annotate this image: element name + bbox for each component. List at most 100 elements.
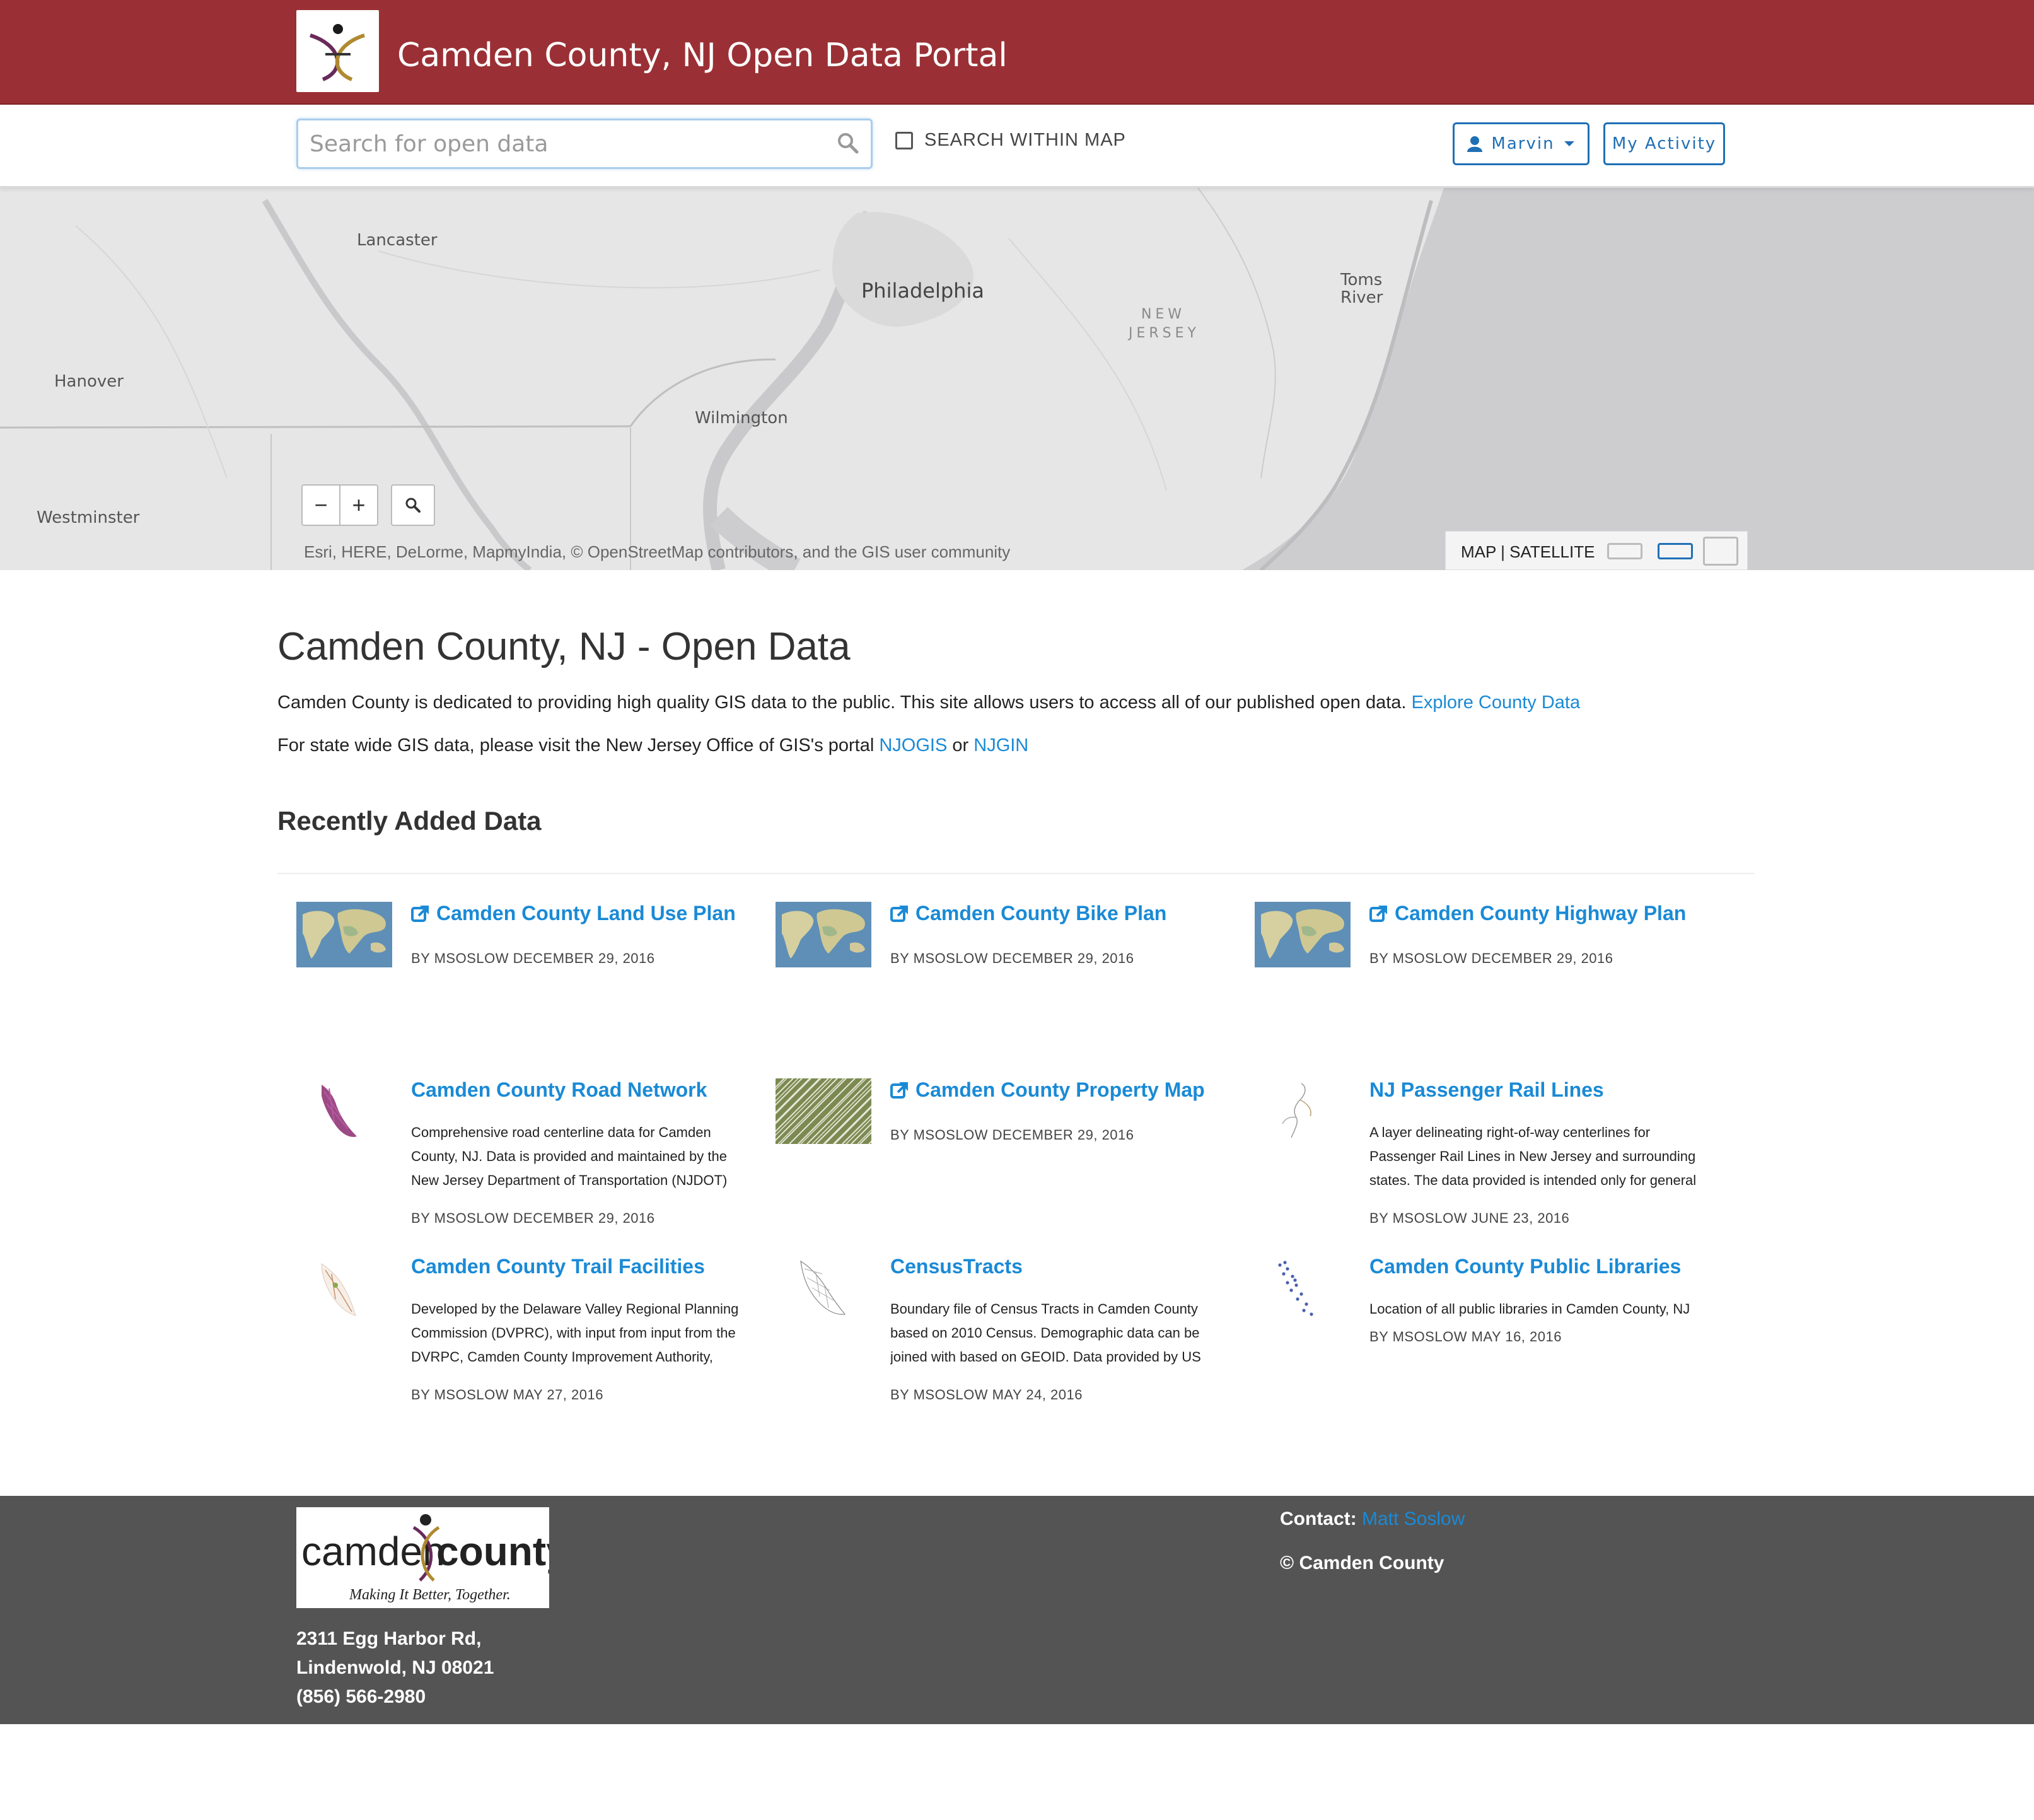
external-link-icon	[411, 905, 429, 922]
map-label-wilmington: Wilmington	[695, 409, 788, 428]
map-attribution: Esri, HERE, DeLorme, MapmyIndia, © OpenS…	[304, 542, 1011, 561]
dataset-title-link[interactable]: Camden County Land Use Plan	[411, 902, 752, 925]
footer-address: 2311 Egg Harbor Rd, Lindenwold, NJ 08021…	[296, 1625, 494, 1712]
dataset-body: Camden County Public Libraries Location o…	[1369, 1255, 1710, 1345]
dataset-meta: BY MSOSLOW JUNE 23, 2016	[1369, 1210, 1570, 1226]
caret-down-icon	[1564, 141, 1574, 146]
intro-text: Camden County is dedicated to providing …	[277, 692, 1407, 713]
basemap-labels: MAP | SATELLITE	[1461, 542, 1595, 562]
explore-county-data-link[interactable]: Explore County Data	[1412, 692, 1581, 713]
dataset-body: Camden County Property Map BY MSOSLOW DEC…	[890, 1078, 1231, 1143]
user-icon	[1467, 136, 1483, 152]
page-title: Camden County, NJ - Open Data	[277, 625, 851, 668]
dataset-meta: BY MSOSLOW MAY 27, 2016	[411, 1387, 603, 1403]
dataset-description: Boundary file of Census Tracts in Camden…	[890, 1301, 1201, 1365]
contact-label: Contact:	[1280, 1508, 1357, 1529]
phone-number: (856) 566-2980	[296, 1686, 426, 1707]
zoom-out-button[interactable]: −	[303, 486, 339, 525]
dataset-title-link[interactable]: NJ Passenger Rail Lines	[1369, 1078, 1710, 1102]
dataset-title: NJ Passenger Rail Lines	[1369, 1078, 1604, 1101]
dataset-body: Camden County Trail Facilities Developed …	[411, 1255, 752, 1403]
or-text: or	[952, 735, 969, 755]
my-activity-button[interactable]: My Activity	[1603, 122, 1725, 165]
dataset-title: Camden County Highway Plan	[1395, 902, 1687, 925]
contact-name-link[interactable]: Matt Soslow	[1362, 1508, 1465, 1529]
magnifier-icon	[405, 498, 421, 513]
search-icon[interactable]	[837, 132, 859, 155]
dataset-thumbnail[interactable]	[296, 902, 392, 967]
external-link-icon	[1369, 905, 1387, 922]
external-link-icon	[890, 1082, 908, 1099]
dataset-title: Camden County Trail Facilities	[411, 1255, 705, 1278]
zoom-controls: − +	[301, 484, 378, 526]
map-label-toms-river: Toms River	[1340, 271, 1383, 307]
user-menu-button[interactable]: Marvin	[1453, 122, 1589, 165]
map-label-new-jersey: NEW JERSEY	[1129, 306, 1200, 341]
basemap-separator: |	[1501, 542, 1505, 561]
basemap-swatch-light[interactable]	[1607, 543, 1642, 559]
dataset-thumbnail[interactable]	[296, 1255, 392, 1321]
dataset-title: Camden County Property Map	[915, 1078, 1205, 1101]
statewide-text: For state wide GIS data, please visit th…	[277, 735, 875, 755]
section-divider	[277, 873, 1754, 874]
dataset-description: A layer delineating right-of-way centerl…	[1369, 1124, 1697, 1188]
dataset-thumbnail[interactable]	[296, 1078, 392, 1144]
search-within-map-label: SEARCH WITHIN MAP	[924, 130, 1126, 150]
dataset-title: CensusTracts	[890, 1255, 1023, 1278]
dataset-body: CensusTracts Boundary file of Census Trac…	[890, 1255, 1231, 1403]
dataset-title-link[interactable]: Camden County Bike Plan	[890, 902, 1231, 925]
dataset-title-link[interactable]: Camden County Property Map	[890, 1078, 1231, 1102]
address-line-2: Lindenwold, NJ 08021	[296, 1657, 494, 1678]
dataset-description: Comprehensive road centerline data for C…	[411, 1124, 728, 1188]
search-within-map-toggle[interactable]: SEARCH WITHIN MAP	[895, 130, 1126, 151]
dataset-meta: BY MSOSLOW DECEMBER 29, 2016	[890, 950, 1134, 966]
njgin-link[interactable]: NJGIN	[973, 735, 1028, 755]
dataset-meta: BY MSOSLOW MAY 16, 2016	[1369, 1329, 1562, 1345]
dataset-description: Developed by the Delaware Valley Regiona…	[411, 1301, 739, 1365]
basemap-swatch-imagery[interactable]	[1703, 537, 1738, 566]
dataset-title-link[interactable]: Camden County Trail Facilities	[411, 1255, 752, 1278]
map-search-button[interactable]	[391, 484, 435, 526]
site-title[interactable]: Camden County, NJ Open Data Portal	[397, 37, 1008, 74]
recently-added-heading: Recently Added Data	[277, 806, 542, 836]
statewide-paragraph: For state wide GIS data, please visit th…	[277, 735, 1028, 756]
basemap-swatch-selected[interactable]	[1658, 543, 1693, 559]
footer-county-logo[interactable]: camden county Making It Better, Together…	[296, 1507, 569, 1608]
dataset-meta: BY MSOSLOW DECEMBER 29, 2016	[411, 1210, 655, 1226]
footer-copyright: © Camden County	[1280, 1553, 1444, 1573]
map-label-westminster: Westminster	[37, 508, 140, 527]
dataset-title-link[interactable]: CensusTracts	[890, 1255, 1231, 1278]
dataset-body: Camden County Land Use Plan BY MSOSLOW DE…	[411, 902, 752, 967]
dataset-thumbnail[interactable]	[776, 1078, 871, 1144]
dataset-title-link[interactable]: Camden County Road Network	[411, 1078, 752, 1102]
zoom-in-button[interactable]: +	[339, 486, 377, 525]
search-input[interactable]	[310, 120, 827, 167]
basemap-satellite-option[interactable]: SATELLITE	[1509, 542, 1595, 561]
search-box[interactable]	[296, 119, 873, 169]
search-within-map-checkbox[interactable]	[895, 131, 913, 149]
map-view[interactable]: Lancaster Philadelphia Toms River NEW JE…	[0, 188, 2034, 570]
basemap-map-option[interactable]: MAP	[1461, 542, 1496, 561]
dataset-meta: BY MSOSLOW DECEMBER 29, 2016	[890, 1127, 1134, 1143]
dataset-description: Location of all public libraries in Camd…	[1369, 1301, 1690, 1317]
logo-word-county: county	[436, 1529, 549, 1574]
dataset-thumbnail[interactable]	[776, 1255, 871, 1321]
dataset-title-link[interactable]: Camden County Highway Plan	[1369, 902, 1710, 925]
footer-contact: Contact: Matt Soslow	[1280, 1508, 1465, 1530]
site-header: Camden County, NJ Open Data Portal	[0, 0, 2034, 105]
dataset-meta: BY MSOSLOW DECEMBER 29, 2016	[411, 950, 655, 966]
dataset-thumbnail[interactable]	[1255, 902, 1351, 967]
dataset-thumbnail[interactable]	[1255, 1078, 1351, 1144]
dataset-title: Camden County Public Libraries	[1369, 1255, 1682, 1278]
dataset-body: NJ Passenger Rail Lines A layer delineati…	[1369, 1078, 1710, 1227]
dataset-thumbnail[interactable]	[1255, 1255, 1351, 1321]
dataset-body: Camden County Highway Plan BY MSOSLOW DEC…	[1369, 902, 1710, 967]
dataset-thumbnail[interactable]	[776, 902, 871, 967]
map-label-philadelphia: Philadelphia	[861, 279, 984, 303]
njogis-link[interactable]: NJOGIS	[879, 735, 947, 755]
dataset-title-link[interactable]: Camden County Public Libraries	[1369, 1255, 1710, 1278]
county-logo[interactable]	[296, 10, 379, 92]
dataset-title: Camden County Bike Plan	[915, 902, 1167, 925]
intro-paragraph: Camden County is dedicated to providing …	[277, 692, 1580, 713]
dataset-title: Camden County Road Network	[411, 1078, 707, 1101]
